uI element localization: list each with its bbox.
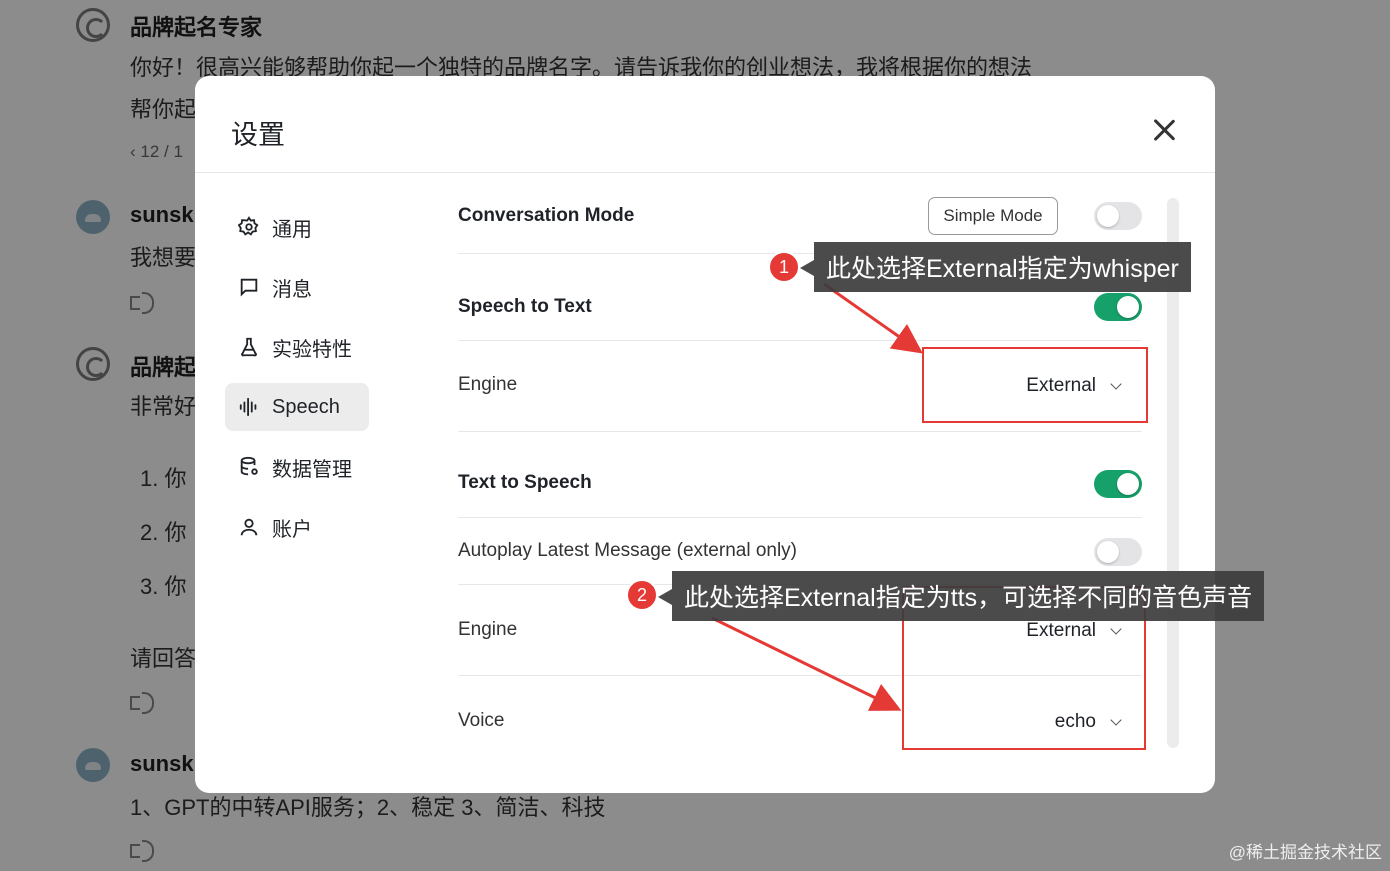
text-to-speech-row: Text to Speech bbox=[458, 432, 1142, 518]
simple-mode-button[interactable]: Simple Mode bbox=[928, 197, 1058, 235]
nav-item-label: 数据管理 bbox=[272, 458, 352, 481]
conversation-mode-toggle[interactable] bbox=[1094, 202, 1142, 230]
nav-item-label: 实验特性 bbox=[272, 338, 352, 361]
flask-icon bbox=[238, 336, 260, 358]
annotation-badge-1: 1 bbox=[768, 251, 800, 283]
nav-item-general[interactable]: 通用 bbox=[225, 203, 369, 251]
speech-to-text-toggle[interactable] bbox=[1094, 293, 1142, 321]
voice-label: Voice bbox=[458, 710, 505, 731]
close-icon[interactable] bbox=[1150, 116, 1178, 144]
nav-item-label: 账户 bbox=[272, 518, 312, 541]
waveform-icon bbox=[238, 396, 260, 418]
nav-item-data[interactable]: 数据管理 bbox=[225, 443, 369, 491]
message-icon bbox=[238, 276, 260, 298]
nav-item-account[interactable]: 账户 bbox=[225, 503, 369, 551]
stt-engine-label: Engine bbox=[458, 374, 518, 395]
highlight-box-stt-engine bbox=[922, 347, 1148, 423]
annotation-badge-2: 2 bbox=[626, 579, 658, 611]
tts-engine-label: Engine bbox=[458, 619, 518, 640]
nav-item-label: Speech bbox=[272, 395, 340, 418]
nav-item-label: 通用 bbox=[272, 218, 312, 241]
settings-nav: 通用 消息 实验特性 Speech 数据管理 账户 bbox=[225, 203, 385, 563]
watermark: @稀土掘金技术社区 bbox=[1228, 843, 1382, 862]
nav-item-label: 消息 bbox=[272, 278, 312, 301]
speech-to-text-label: Speech to Text bbox=[458, 296, 592, 317]
user-icon bbox=[238, 516, 260, 538]
nav-item-messages[interactable]: 消息 bbox=[225, 263, 369, 311]
modal-header: 设置 bbox=[195, 76, 1215, 173]
gear-icon bbox=[238, 216, 260, 238]
text-to-speech-label: Text to Speech bbox=[458, 472, 592, 493]
conversation-mode-label: Conversation Mode bbox=[458, 205, 635, 226]
annotation-callout-2: 此处选择External指定为tts，可选择不同的音色声音 bbox=[657, 571, 1265, 621]
autoplay-label: Autoplay Latest Message (external only) bbox=[458, 540, 798, 561]
autoplay-toggle[interactable] bbox=[1094, 538, 1142, 566]
nav-item-experimental[interactable]: 实验特性 bbox=[225, 323, 369, 371]
modal-title: 设置 bbox=[231, 120, 285, 150]
nav-item-speech[interactable]: Speech bbox=[225, 383, 369, 431]
database-icon bbox=[238, 456, 260, 478]
text-to-speech-toggle[interactable] bbox=[1094, 470, 1142, 498]
annotation-callout-1: 此处选择External指定为whisper bbox=[800, 242, 1191, 292]
